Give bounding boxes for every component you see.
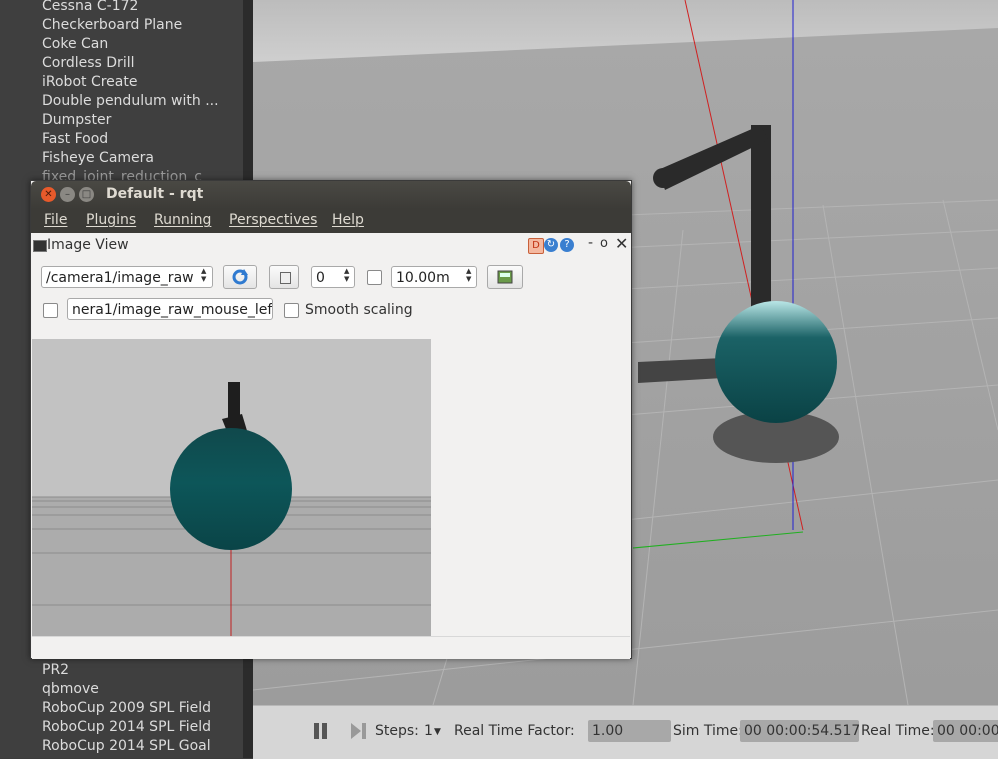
- window-title: Default - rqt: [106, 186, 204, 202]
- model-list-bottom: PR2 qbmove RoboCup 2009 SPL Field RoboCu…: [42, 661, 211, 756]
- max-range-value: 10.00m: [396, 270, 450, 286]
- steps-value[interactable]: 1: [424, 723, 433, 739]
- menu-bar: File Plugins Running Perspectives Help: [31, 209, 631, 233]
- max-range-spinbox[interactable]: 10.00m: [391, 266, 477, 288]
- refresh-icon: [232, 269, 248, 285]
- save-image-button[interactable]: [487, 265, 523, 289]
- menu-plugins[interactable]: Plugins: [86, 212, 136, 228]
- list-item[interactable]: Cordless Drill: [42, 54, 219, 73]
- sim-time-value: 00 00:00:54.517: [740, 720, 859, 742]
- image-teal-sphere: [170, 428, 292, 550]
- list-item[interactable]: RoboCup 2014 SPL Goal: [42, 737, 211, 756]
- list-item[interactable]: RoboCup 2014 SPL Field: [42, 718, 211, 737]
- refresh-button[interactable]: [223, 265, 257, 289]
- menu-perspectives[interactable]: Perspectives: [229, 212, 317, 228]
- list-item[interactable]: qbmove: [42, 680, 211, 699]
- list-item[interactable]: RoboCup 2009 SPL Field: [42, 699, 211, 718]
- save-image-icon: [497, 270, 513, 284]
- teal-sphere: [715, 301, 837, 423]
- dynamic-range-checkbox[interactable]: [367, 270, 382, 285]
- list-item[interactable]: Dumpster: [42, 111, 219, 130]
- step-icon[interactable]: [350, 722, 368, 740]
- pause-icon[interactable]: [313, 722, 329, 740]
- mouse-topic-value: nera1/image_raw_mouse_left: [72, 302, 273, 318]
- sim-time-label: Sim Time:: [673, 723, 743, 739]
- topic-value: /camera1/image_raw: [46, 270, 194, 286]
- rtf-label: Real Time Factor:: [454, 723, 575, 739]
- zoom-reset-button[interactable]: [269, 265, 299, 289]
- gazebo-bottom-toolbar: Steps: 1 ▼ Real Time Factor: 1.00 Sim Ti…: [253, 705, 998, 759]
- smooth-scaling-label: Smooth scaling: [305, 302, 413, 318]
- list-item[interactable]: Double pendulum with ...: [42, 92, 219, 111]
- smooth-scaling-checkbox[interactable]: [284, 303, 299, 318]
- spin-value: 0: [316, 270, 325, 286]
- reload-icon[interactable]: ↻: [544, 238, 558, 252]
- debug-icon[interactable]: D: [528, 238, 544, 254]
- maximize-icon[interactable]: □: [79, 187, 94, 202]
- real-time-value: 00 00:00:: [933, 720, 998, 742]
- publish-click-checkbox[interactable]: [43, 303, 58, 318]
- window-titlebar[interactable]: ✕ – □ Default - rqt: [31, 181, 631, 209]
- list-item[interactable]: Checkerboard Plane: [42, 16, 219, 35]
- menu-file[interactable]: File: [44, 212, 67, 228]
- plugin-dock-title: Image View D ↻ ? - o ✕: [31, 233, 631, 257]
- real-time-label: Real Time:: [861, 723, 935, 739]
- help-icon[interactable]: ?: [560, 238, 574, 252]
- robot-arm-vertical: [751, 125, 771, 310]
- list-item[interactable]: Fisheye Camera: [42, 149, 219, 168]
- spin-arrows-icon[interactable]: ▲ ▼: [466, 267, 471, 283]
- steps-label: Steps:: [375, 723, 419, 739]
- robot-arm-joint: [653, 168, 673, 188]
- close-dock-icon[interactable]: ✕: [615, 234, 628, 253]
- float-dock-icon[interactable]: o: [600, 236, 608, 251]
- close-icon[interactable]: ✕: [41, 187, 56, 202]
- rqt-window: ✕ – □ Default - rqt File Plugins Running…: [30, 180, 632, 659]
- zoom-icon: [280, 272, 291, 284]
- menu-running[interactable]: Running: [154, 212, 211, 228]
- minimize-dock-icon[interactable]: -: [588, 235, 593, 251]
- spin-arrows-icon[interactable]: ▲ ▼: [344, 267, 349, 283]
- status-bar: [32, 636, 630, 659]
- list-item[interactable]: PR2: [42, 661, 211, 680]
- list-item[interactable]: Coke Can: [42, 35, 219, 54]
- list-item[interactable]: Fast Food: [42, 130, 219, 149]
- spin-arrows-icon[interactable]: ▲ ▼: [201, 267, 206, 283]
- list-item[interactable]: iRobot Create: [42, 73, 219, 92]
- model-list-top: Cessna C-172 Checkerboard Plane Coke Can…: [42, 0, 219, 187]
- chevron-down-icon[interactable]: ▼: [434, 727, 441, 737]
- plugin-title: Image View: [47, 237, 129, 253]
- camera-image[interactable]: [32, 339, 431, 636]
- list-item[interactable]: Cessna C-172: [42, 0, 219, 16]
- plugin-icon: [33, 240, 47, 252]
- mouse-topic-input[interactable]: nera1/image_raw_mouse_left: [67, 298, 273, 320]
- topic-select[interactable]: /camera1/image_raw: [41, 266, 213, 288]
- rtf-value: 1.00: [588, 720, 671, 742]
- minimize-icon[interactable]: –: [60, 187, 75, 202]
- menu-help[interactable]: Help: [332, 212, 364, 228]
